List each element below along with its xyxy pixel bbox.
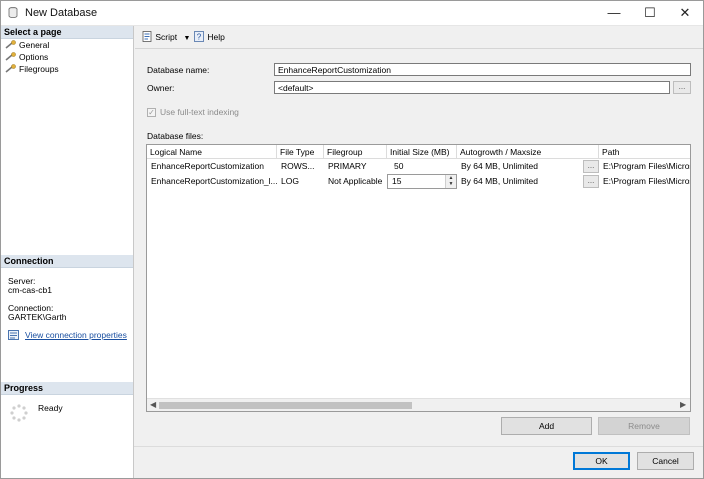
page-item-options[interactable]: Options (5, 52, 48, 63)
column-header-filegroup[interactable]: Filegroup (324, 145, 387, 159)
wrench-icon (5, 40, 16, 49)
server-value: cm-cas-cb1 (8, 285, 52, 295)
database-files-label: Database files: (147, 131, 204, 141)
column-header-initial-size[interactable]: Initial Size (MB) (387, 145, 457, 159)
wrench-icon (5, 64, 16, 73)
new-database-window: New Database — ☐ ✕ Select a page General… (0, 0, 704, 479)
wrench-icon (5, 52, 16, 61)
remove-button[interactable]: Remove (598, 417, 690, 435)
script-icon (142, 31, 152, 42)
cell-autogrowth: By 64 MB, Unlimited (461, 176, 538, 186)
column-header-file-type[interactable]: File Type (277, 145, 324, 159)
cell-logical-name[interactable]: EnhanceReportCustomization_l... (147, 174, 277, 189)
toolbar: Script ▼ ? Help (135, 26, 703, 49)
cell-file-type[interactable]: ROWS... (277, 159, 324, 174)
progress-spinner-icon (10, 404, 28, 422)
minimize-button[interactable]: — (597, 1, 631, 25)
scroll-left-icon[interactable]: ◀ (150, 400, 156, 409)
progress-header: Progress (1, 382, 133, 395)
database-name-input[interactable]: EnhanceReportCustomization (274, 63, 691, 76)
database-icon (8, 7, 18, 18)
add-button[interactable]: Add (501, 417, 592, 435)
owner-label: Owner: (147, 83, 175, 93)
page-item-label: Options (19, 52, 49, 62)
connection-header: Connection (1, 255, 133, 268)
close-button[interactable]: ✕ (668, 1, 702, 25)
spin-buttons[interactable]: ▲ ▼ (445, 175, 456, 188)
help-label: Help (207, 32, 225, 42)
horizontal-scrollbar[interactable]: ◀ ▶ (147, 398, 690, 411)
database-files-grid: Logical Name File Type Filegroup Initial… (146, 144, 691, 412)
page-item-general[interactable]: General (5, 40, 49, 51)
left-panel: Select a page General Options Filegroups… (1, 26, 134, 478)
autogrowth-browse-button[interactable]: ... (583, 160, 599, 173)
properties-icon (8, 330, 19, 340)
scroll-right-icon[interactable]: ▶ (680, 400, 686, 409)
column-header-path[interactable]: Path (599, 145, 690, 159)
ok-button[interactable]: OK (573, 452, 630, 470)
column-header-autogrowth[interactable]: Autogrowth / Maxsize (457, 145, 599, 159)
page-item-filegroups[interactable]: Filegroups (5, 64, 59, 75)
script-button[interactable]: Script ▼ (142, 31, 190, 42)
page-item-label: General (19, 40, 50, 50)
help-button[interactable]: ? Help (194, 31, 225, 42)
cell-autogrowth: By 64 MB, Unlimited (461, 161, 538, 171)
maximize-button[interactable]: ☐ (633, 1, 667, 25)
cancel-button[interactable]: Cancel (637, 452, 694, 470)
owner-input[interactable]: <default> (274, 81, 670, 94)
database-name-label: Database name: (147, 65, 210, 75)
column-header-logical-name[interactable]: Logical Name (147, 145, 277, 159)
cell-initial-size[interactable]: 50 (390, 159, 457, 174)
progress-status: Ready (38, 403, 63, 413)
page-item-label: Filegroups (19, 64, 59, 74)
view-connection-properties-link[interactable]: View connection properties (25, 330, 127, 340)
owner-browse-button[interactable]: ... (673, 81, 691, 94)
spin-down-icon[interactable]: ▼ (446, 181, 456, 187)
cell-file-type[interactable]: LOG (277, 174, 324, 189)
window-title: New Database (25, 7, 98, 19)
help-icon: ? (194, 31, 204, 42)
autogrowth-browse-button[interactable]: ... (583, 175, 599, 188)
script-label: Script (155, 32, 178, 42)
scrollbar-thumb[interactable] (159, 402, 412, 409)
cell-filegroup[interactable]: PRIMARY (324, 159, 387, 174)
connection-value: GARTEK\Garth (8, 312, 67, 322)
footer-divider (134, 446, 703, 447)
title-bar: New Database — ☐ ✕ (1, 1, 703, 26)
fulltext-checkbox[interactable]: ✓ (147, 108, 156, 117)
cell-path[interactable]: E:\Program Files\Micros (599, 174, 690, 189)
dropdown-arrow-icon[interactable]: ▼ (183, 35, 190, 42)
select-page-header: Select a page (1, 26, 133, 39)
svg-text:?: ? (197, 33, 202, 42)
cell-logical-name[interactable]: EnhanceReportCustomization (147, 159, 277, 174)
cell-filegroup[interactable]: Not Applicable (324, 174, 387, 189)
cell-path[interactable]: E:\Program Files\Micros (599, 159, 690, 174)
fulltext-label: Use full-text indexing (160, 107, 239, 117)
